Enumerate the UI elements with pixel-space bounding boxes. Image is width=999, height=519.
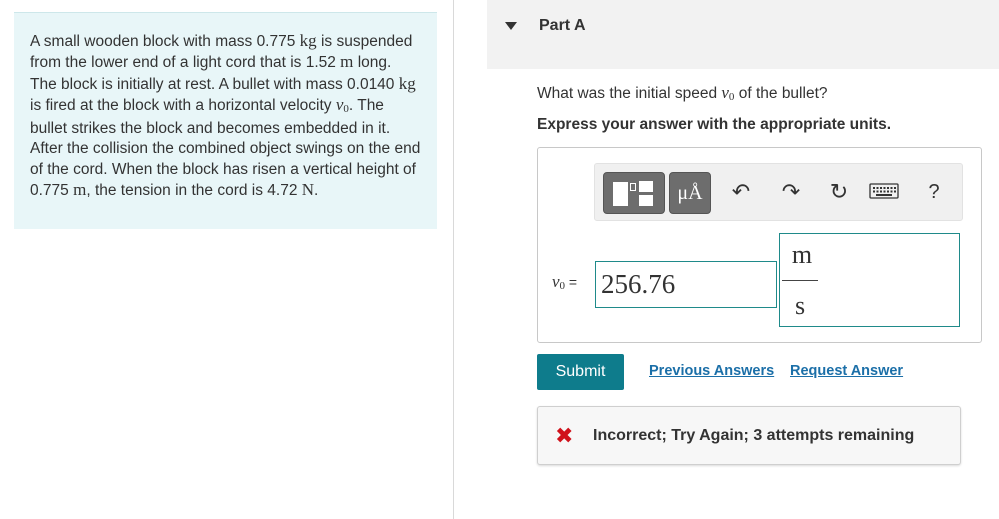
problem-text: , the tension in the cord is 4.72 [86,182,302,200]
value-input[interactable]: 256.76 [595,261,777,308]
unit-m: m [340,52,354,72]
answer-panel: μÅ ↶ ↷ ↻ ? v0 = 256.76 m s [537,147,982,343]
unit-n: N [301,180,315,200]
velocity-symbol: v0 [335,94,349,115]
request-answer-link[interactable]: Request Answer [790,363,903,379]
unit-m: m [73,180,87,200]
unit-kg: kg [398,73,416,93]
column-divider [453,0,454,519]
problem-text: . [314,182,319,200]
answer-instruction: Express your answer with the appropriate… [537,116,892,133]
problem-text: is fired at the block with a horizontal … [30,96,336,114]
feedback-text: Incorrect; Try Again; 3 attempts remaini… [593,427,915,444]
unit-input[interactable]: m s [779,233,960,327]
previous-answers-link[interactable]: Previous Answers [649,363,774,379]
fraction-bar [782,280,818,281]
templates-button[interactable] [603,172,665,214]
undo-icon[interactable]: ↶ [727,178,755,206]
part-title: Part A [539,17,586,34]
keyboard-icon[interactable] [869,180,899,202]
math-toolbar: μÅ ↶ ↷ ↻ ? [594,163,963,221]
problem-text: A small wooden block with mass 0.775 [30,33,300,50]
part-header[interactable]: Part A [487,0,999,69]
problem-statement: A small wooden block with mass 0.775 kg … [14,12,437,229]
velocity-symbol: v0 [721,83,735,103]
unit-numerator[interactable]: m [780,240,824,270]
unit-denominator[interactable]: s [780,291,820,321]
incorrect-x-icon: ✖ [555,423,574,448]
help-button[interactable]: ? [920,178,948,206]
question-text: What was the initial speed v0 of the bul… [537,83,828,103]
units-button[interactable]: μÅ [669,172,711,214]
variable-label: v0 = [552,272,578,292]
submit-button[interactable]: Submit [537,354,624,390]
redo-icon[interactable]: ↷ [777,178,805,206]
reset-icon[interactable]: ↻ [825,178,853,206]
unit-kg: kg [299,31,317,50]
feedback-box: ✖ Incorrect; Try Again; 3 attempts remai… [537,406,961,465]
collapse-caret-icon[interactable] [505,22,517,30]
